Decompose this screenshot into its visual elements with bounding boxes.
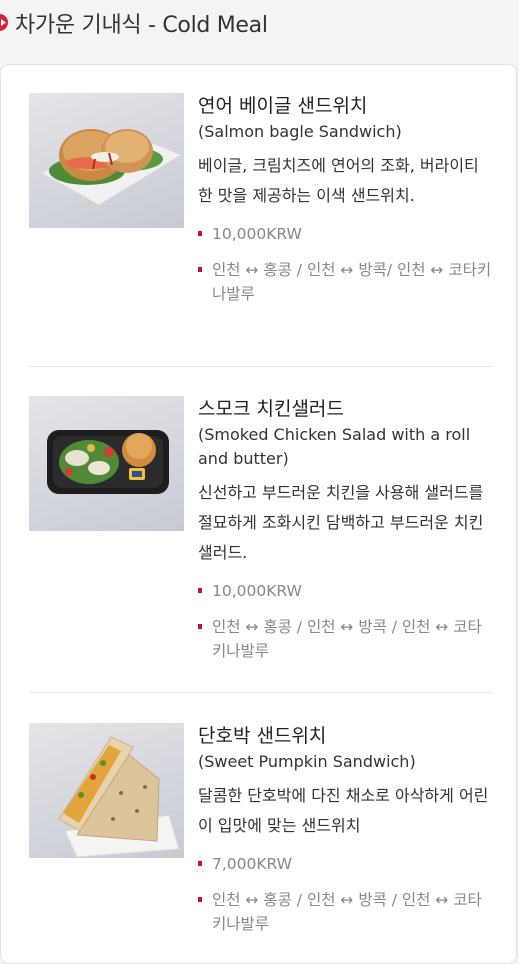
- menu-item-info: 스모크 치킨샐러드 (Smoked Chicken Salad with a r…: [198, 396, 493, 663]
- bullet-icon: [198, 861, 202, 866]
- item-routes-row: 인천 ↔ 홍콩 / 인천 ↔ 방콕/ 인천 ↔ 코타키나발루: [198, 258, 493, 306]
- menu-item-info: 단호박 샌드위치 (Sweet Pumpkin Sandwich) 달콤한 단호…: [198, 723, 493, 936]
- item-price-row: 7,000KRW: [198, 852, 493, 876]
- smoked-chicken-salad-image[interactable]: [29, 396, 184, 531]
- item-routes-row: 인천 ↔ 홍콩 / 인천 ↔ 방콕 / 인천 ↔ 코타키나발루: [198, 888, 493, 936]
- salmon-bagel-sandwich-image[interactable]: [29, 93, 184, 228]
- bullet-icon: [198, 267, 202, 272]
- bullet-icon: [198, 624, 202, 629]
- page-title: 차가운 기내식 - Cold Meal: [15, 13, 268, 38]
- arrow-right-circle-icon: [0, 14, 8, 31]
- item-price-row: 10,000KRW: [198, 579, 493, 603]
- item-name: 연어 베이글 샌드위치: [198, 95, 368, 117]
- item-english-name: (Salmon bagle Sandwich): [198, 122, 402, 141]
- menu-list-panel: 연어 베이글 샌드위치 (Salmon bagle Sandwich) 베이글,…: [0, 64, 517, 964]
- item-description: 베이글, 크림치즈에 연어의 조화, 버라이티한 맛을 제공하는 이색 샌드위치…: [198, 156, 479, 205]
- item-name: 스모크 치킨샐러드: [198, 398, 344, 420]
- menu-item-sweet-pumpkin-sandwich[interactable]: 단호박 샌드위치 (Sweet Pumpkin Sandwich) 달콤한 단호…: [29, 723, 492, 963]
- item-price-row: 10,000KRW: [198, 222, 493, 246]
- item-routes: 인천 ↔ 홍콩 / 인천 ↔ 방콕 / 인천 ↔ 코타키나발루: [212, 891, 482, 933]
- bullet-icon: [198, 231, 202, 236]
- menu-item-salmon-bagel-sandwich[interactable]: 연어 베이글 샌드위치 (Salmon bagle Sandwich) 베이글,…: [29, 93, 492, 367]
- bullet-icon: [198, 897, 202, 902]
- menu-item-smoked-chicken-salad[interactable]: 스모크 치킨샐러드 (Smoked Chicken Salad with a r…: [29, 396, 492, 693]
- item-price: 10,000KRW: [212, 582, 302, 600]
- item-english-name: (Sweet Pumpkin Sandwich): [198, 752, 416, 771]
- item-description: 달콤한 단호박에 다진 채소로 아삭하게 어린이 입맛에 맞는 샌드위치: [198, 786, 489, 835]
- item-routes-row: 인천 ↔ 홍콩 / 인천 ↔ 방콕 / 인천 ↔ 코타키나발루: [198, 615, 493, 663]
- item-name: 단호박 샌드위치: [198, 725, 327, 747]
- item-description: 신선하고 부드러운 치킨을 사용해 샐러드를 절묘하게 조화시킨 담백하고 부드…: [198, 483, 484, 562]
- item-price: 7,000KRW: [212, 855, 293, 873]
- item-price: 10,000KRW: [212, 225, 302, 243]
- item-routes: 인천 ↔ 홍콩 / 인천 ↔ 방콕 / 인천 ↔ 코타키나발루: [212, 618, 482, 660]
- item-english-name: (Smoked Chicken Salad with a roll and bu…: [198, 425, 471, 468]
- page-header: 차가운 기내식 - Cold Meal: [0, 0, 519, 46]
- menu-item-info: 연어 베이글 샌드위치 (Salmon bagle Sandwich) 베이글,…: [198, 93, 493, 306]
- sweet-pumpkin-sandwich-image[interactable]: [29, 723, 184, 858]
- item-routes: 인천 ↔ 홍콩 / 인천 ↔ 방콕/ 인천 ↔ 코타키나발루: [212, 261, 492, 303]
- bullet-icon: [198, 588, 202, 593]
